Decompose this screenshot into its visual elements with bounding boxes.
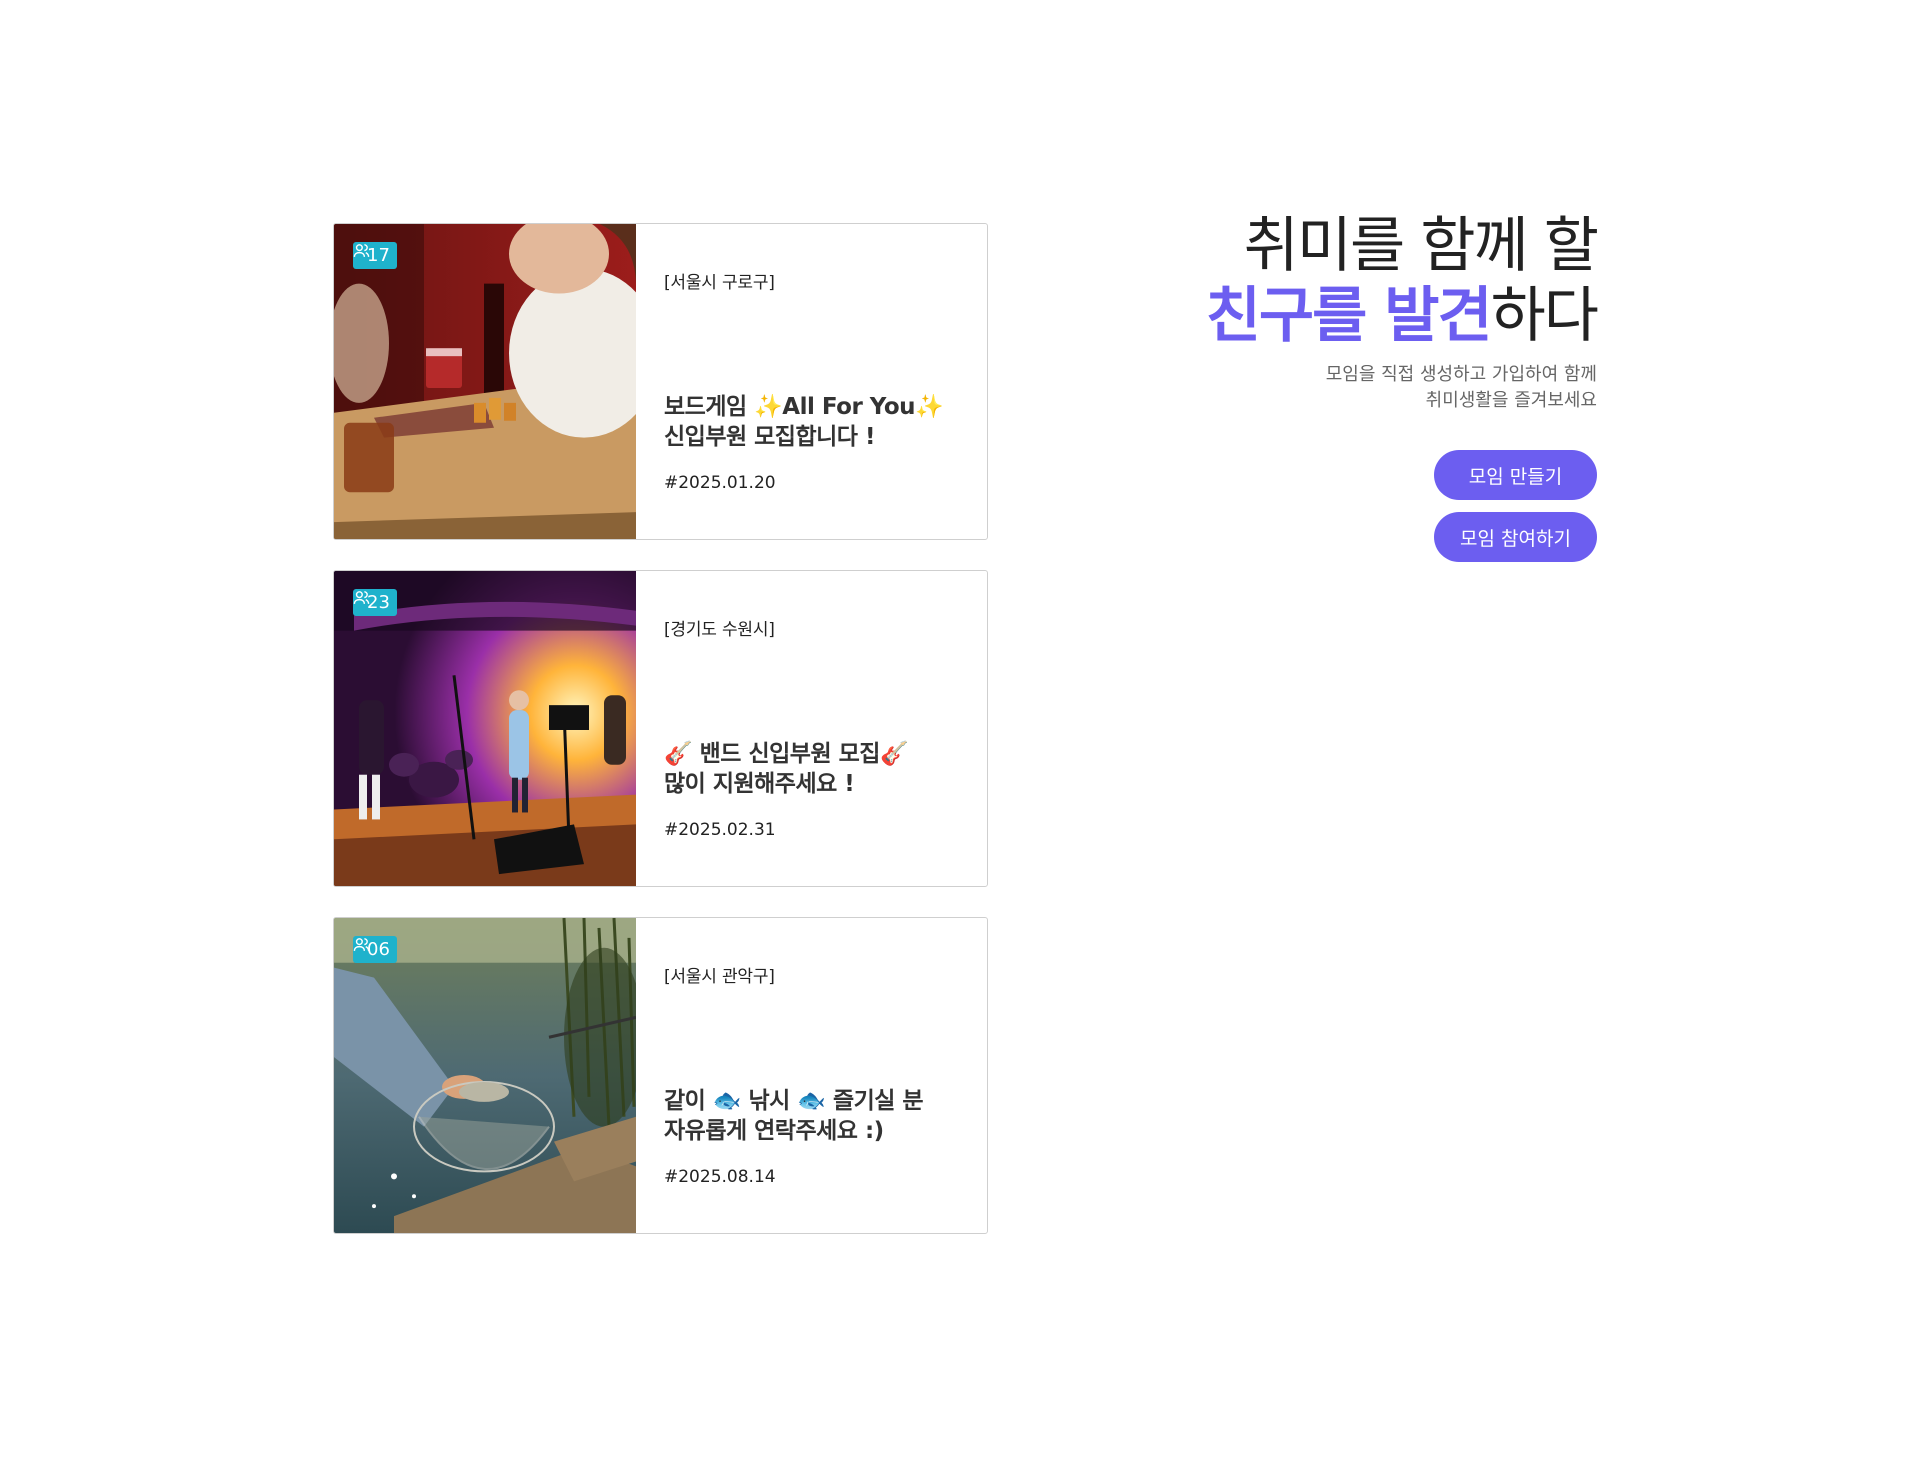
club-card[interactable]: 06 [서울시 관악구] 같이 🐟 낚시 🐟 즐기실 분 자유롭게 연락주세요 … [333,917,988,1234]
card-location: [경기도 수원시] [664,620,775,640]
card-title-line2: 많이 지원해주세요 ! [664,771,855,797]
club-card[interactable]: 23 [경기도 수원시] 🎸 밴드 신입부원 모집🎸 많이 지원해주세요 ! #… [333,570,988,887]
card-title[interactable]: 보드게임 ✨All For You✨ 신입부원 모집합니다 ! [664,392,944,452]
hero-section: 취미를 함께 할 친구를 발견하다 모임을 직접 생성하고 가입하여 함께 취미… [1077,211,1599,562]
card-title-line1: 보드게임 ✨All For You✨ [664,394,944,420]
member-count: 17 [367,245,390,266]
hero-title-line1: 취미를 함께 할 [1243,211,1599,281]
hero-subtitle-line2: 취미생활을 즐겨보세요 [1425,390,1597,411]
card-title-line2: 신입부원 모집합니다 ! [664,424,875,450]
hero-title-line2: 친구를 발견하다 [1077,280,1599,352]
card-date: #2025.08.14 [664,1167,776,1187]
card-title-line1: 🎸 밴드 신입부원 모집🎸 [664,741,909,767]
card-title[interactable]: 🎸 밴드 신입부원 모집🎸 많이 지원해주세요 ! [664,739,909,799]
hero-subtitle-line1: 모임을 직접 생성하고 가입하여 함께 [1325,364,1597,385]
member-count: 06 [367,939,390,960]
hero-title-suffix: 하다 [1490,281,1599,351]
member-count-badge: 17 [353,242,397,269]
club-card[interactable]: 17 [서울시 구로구] 보드게임 ✨All For You✨ 신입부원 모집합… [333,223,988,540]
band-stage-photo: 23 [334,571,636,886]
board-game-photo: 17 [334,224,636,539]
card-body: [서울시 관악구] 같이 🐟 낚시 🐟 즐기실 분 자유롭게 연락주세요 :) … [636,918,987,1233]
card-date: #2025.02.31 [664,820,776,840]
card-location: [서울시 관악구] [664,967,775,987]
card-title[interactable]: 같이 🐟 낚시 🐟 즐기실 분 자유롭게 연락주세요 :) [664,1086,924,1146]
card-date: #2025.01.20 [664,473,776,493]
create-club-button[interactable]: 모임 만들기 [1434,450,1597,500]
hero-buttons: 모임 만들기 모임 참여하기 [1077,450,1597,562]
member-count-badge: 23 [353,589,397,616]
card-location: [서울시 구로구] [664,273,775,293]
member-count-badge: 06 [353,936,397,963]
member-count: 23 [367,592,390,613]
hero-title-highlight: 친구를 발견 [1205,281,1493,351]
card-body: [경기도 수원시] 🎸 밴드 신입부원 모집🎸 많이 지원해주세요 ! #202… [636,571,987,886]
club-card-list: 17 [서울시 구로구] 보드게임 ✨All For You✨ 신입부원 모집합… [333,223,988,1264]
card-title-line2: 자유롭게 연락주세요 :) [664,1118,884,1144]
join-club-button[interactable]: 모임 참여하기 [1434,512,1597,562]
fishing-net-photo: 06 [334,918,636,1233]
card-body: [서울시 구로구] 보드게임 ✨All For You✨ 신입부원 모집합니다 … [636,224,987,539]
hero-subtitle: 모임을 직접 생성하고 가입하여 함께 취미생활을 즐겨보세요 [1077,362,1597,414]
card-title-line1: 같이 🐟 낚시 🐟 즐기실 분 [664,1088,924,1114]
